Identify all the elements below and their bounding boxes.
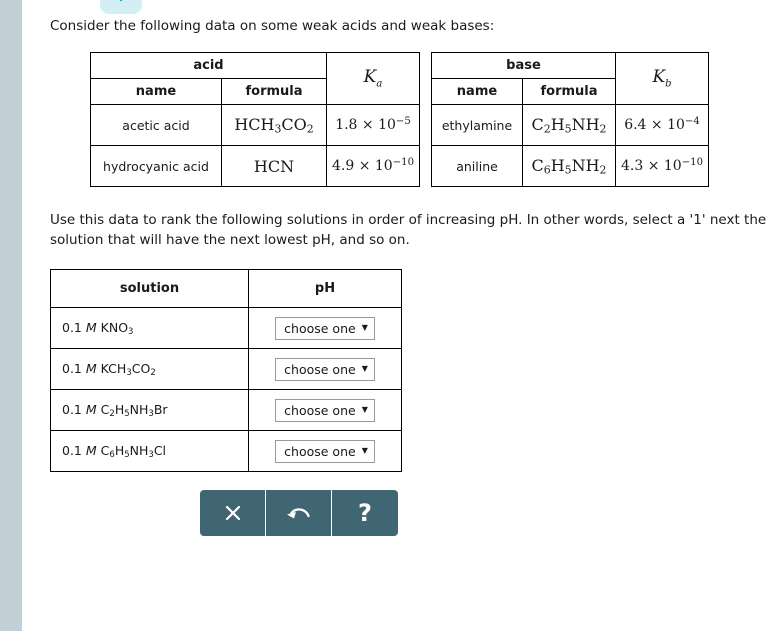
dropdown-value: choose one — [284, 402, 356, 418]
table-row: aniline C6H5NH2 4.3 × 10−10 — [431, 145, 709, 187]
base-kb-cell: 4.3 × 10−10 — [615, 145, 709, 187]
base-formula-header: formula — [522, 78, 616, 105]
table-row: 0.1 M C2H5NH3Br choose one ▼ — [50, 389, 402, 431]
acid-name-cell: hydrocyanic acid — [90, 145, 222, 187]
ph-rank-dropdown[interactable]: choose one ▼ — [275, 357, 375, 381]
dropdown-value: choose one — [284, 361, 356, 377]
base-name-cell: ethylamine — [431, 104, 523, 146]
ph-rank-dropdown[interactable]: choose one ▼ — [275, 316, 375, 340]
ph-cell: choose one ▼ — [248, 307, 402, 349]
table-row: 0.1 M KNO3 choose one ▼ — [50, 307, 402, 349]
base-formula-cell: C6H5NH2 — [522, 145, 616, 187]
chevron-down-icon: ▼ — [361, 363, 368, 373]
base-group-header: base — [431, 52, 616, 79]
question-mark-icon: ? — [358, 499, 372, 527]
acid-formula-header: formula — [221, 78, 327, 105]
base-formula-cell: C2H5NH2 — [522, 104, 616, 146]
solution-column-header: solution — [50, 269, 249, 308]
undo-button[interactable] — [266, 490, 332, 536]
ph-column-header: pH — [248, 269, 402, 308]
left-gutter-strip — [0, 0, 22, 631]
chevron-down-icon: ▼ — [361, 404, 368, 414]
solution-cell: 0.1 M KCH3CO2 — [50, 348, 249, 390]
base-kb-cell: 6.4 × 10−4 — [615, 104, 709, 146]
acid-group-header: acid — [90, 52, 327, 79]
acid-formula-cell: HCH3CO2 — [221, 104, 327, 146]
ph-rank-dropdown[interactable]: choose one ▼ — [275, 439, 375, 463]
kb-header: Kb — [615, 52, 709, 105]
dropdown-value: choose one — [284, 320, 356, 336]
page-content: Consider the following data on some weak… — [22, 0, 774, 631]
acid-formula-cell: HCN — [221, 145, 327, 187]
instruction-text: Use this data to rank the following solu… — [50, 212, 767, 248]
help-button[interactable]: ? — [332, 490, 398, 536]
ph-rank-dropdown[interactable]: choose one ▼ — [275, 398, 375, 422]
acid-name-header: name — [90, 78, 222, 105]
base-data-table: base Kb name formula ethylamine C2H5NH2 … — [431, 52, 709, 187]
solution-cell: 0.1 M KNO3 — [50, 307, 249, 349]
acid-ka-cell: 4.9 × 10−10 — [326, 145, 420, 187]
table-row: 0.1 M C6H5NH3Cl choose one ▼ — [50, 430, 402, 472]
undo-arrow-icon — [285, 503, 313, 523]
acid-data-table: acid Ka name formula acetic acid HCH3CO2… — [90, 52, 420, 187]
collapse-panel-button[interactable] — [100, 0, 142, 14]
table-row: acetic acid HCH3CO2 1.8 × 10−5 — [90, 104, 420, 146]
table-row: acid Ka — [90, 52, 420, 105]
solution-cell: 0.1 M C2H5NH3Br — [50, 389, 249, 431]
dropdown-value: choose one — [284, 443, 356, 459]
chevron-down-icon: ▼ — [361, 445, 368, 455]
ph-cell: choose one ▼ — [248, 430, 402, 472]
base-name-header: name — [431, 78, 523, 105]
clear-button[interactable] — [200, 490, 266, 536]
chevron-down-icon: ▼ — [361, 322, 368, 332]
table-row: hydrocyanic acid HCN 4.9 × 10−10 — [90, 145, 420, 187]
acid-name-cell: acetic acid — [90, 104, 222, 146]
acid-ka-cell: 1.8 × 10−5 — [326, 104, 420, 146]
action-button-bar: ? — [200, 490, 398, 536]
table-row: 0.1 M KCH3CO2 choose one ▼ — [50, 348, 402, 390]
ph-cell: choose one ▼ — [248, 389, 402, 431]
table-row: base Kb — [431, 52, 709, 105]
base-name-cell: aniline — [431, 145, 523, 187]
close-icon — [223, 503, 243, 523]
ka-header: Ka — [326, 52, 420, 105]
table-header-row: solution pH — [50, 269, 402, 308]
chevron-down-icon — [111, 0, 131, 3]
ph-cell: choose one ▼ — [248, 348, 402, 390]
solution-cell: 0.1 M C6H5NH3Cl — [50, 430, 249, 472]
table-row: ethylamine C2H5NH2 6.4 × 10−4 — [431, 104, 709, 146]
solution-ph-table: solution pH 0.1 M KNO3 choose one ▼ 0.1 … — [50, 269, 402, 472]
intro-text: Consider the following data on some weak… — [50, 18, 495, 34]
